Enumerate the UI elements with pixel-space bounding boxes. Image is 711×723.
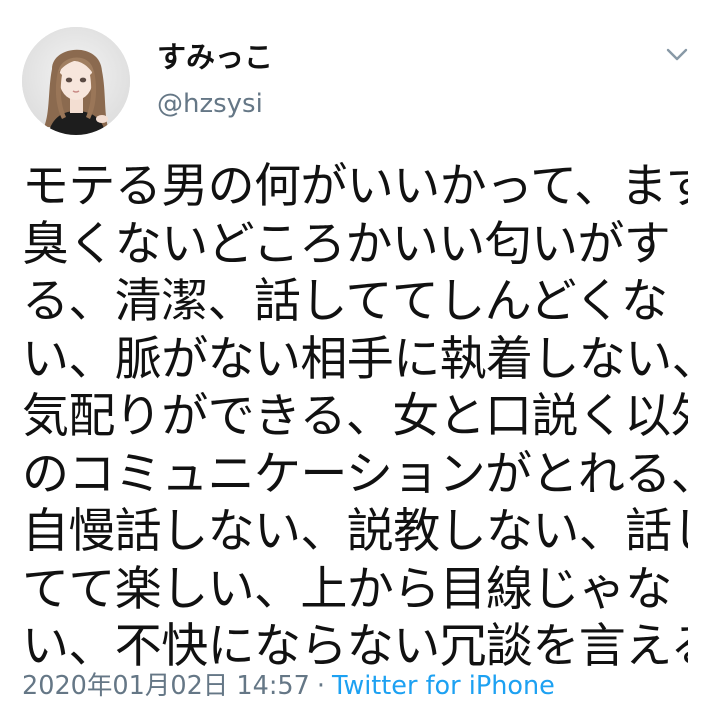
- tweet-text-line: い、不快にならない冗談を言える: [22, 619, 688, 674]
- tweet-source-link[interactable]: Twitter for iPhone: [332, 671, 555, 701]
- tweet-text-line: い、脈がない相手に執着しない、: [22, 331, 688, 387]
- avatar-image: [22, 27, 130, 135]
- avatar[interactable]: [22, 27, 130, 135]
- tweet-text: モテる男の何がいいかって、まず 臭くないどころかいい匂いがす る、清潔、話してて…: [22, 158, 688, 676]
- tweet-text-line: モテる男の何がいいかって、まず: [22, 159, 688, 214]
- tweet-text-line: 自慢話しない、説教しない、話し: [22, 504, 688, 559]
- tweet-text-line: のコミュニケーションがとれる、: [22, 446, 688, 502]
- tweet-card: すみっこ @hzsysi モテる男の何がいいかって、まず 臭くないどころかいい匂…: [0, 0, 711, 723]
- tweet-text-line: 臭くないどころかいい匂いがす: [22, 216, 671, 272]
- tweet-meta: 2020年01月02日 14:57 · Twitter for iPhone: [22, 669, 555, 703]
- chevron-down-icon[interactable]: [662, 42, 692, 68]
- display-name[interactable]: すみっこ: [157, 39, 273, 75]
- tweet-text-line: 気配りができる、女と口説く以外: [22, 389, 688, 444]
- tweet-timestamp[interactable]: 2020年01月02日 14:57: [22, 671, 310, 701]
- tweet-text-line: てて楽しい、上から目線じゃな: [22, 561, 672, 617]
- meta-separator: ·: [316, 671, 325, 701]
- tweet-text-line: る、清潔、話しててしんどくな: [22, 274, 668, 329]
- user-handle[interactable]: @hzsysi: [157, 87, 263, 121]
